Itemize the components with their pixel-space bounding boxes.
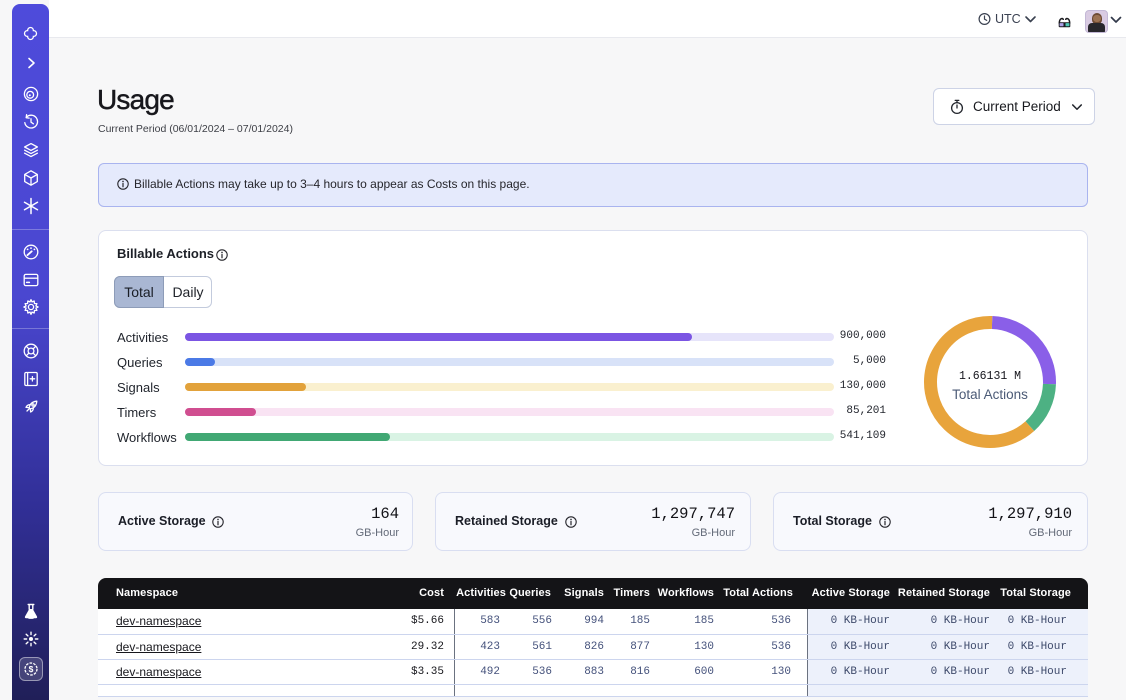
svg-text:UTC: UTC — [995, 12, 1021, 26]
svg-text:$: $ — [28, 664, 33, 674]
